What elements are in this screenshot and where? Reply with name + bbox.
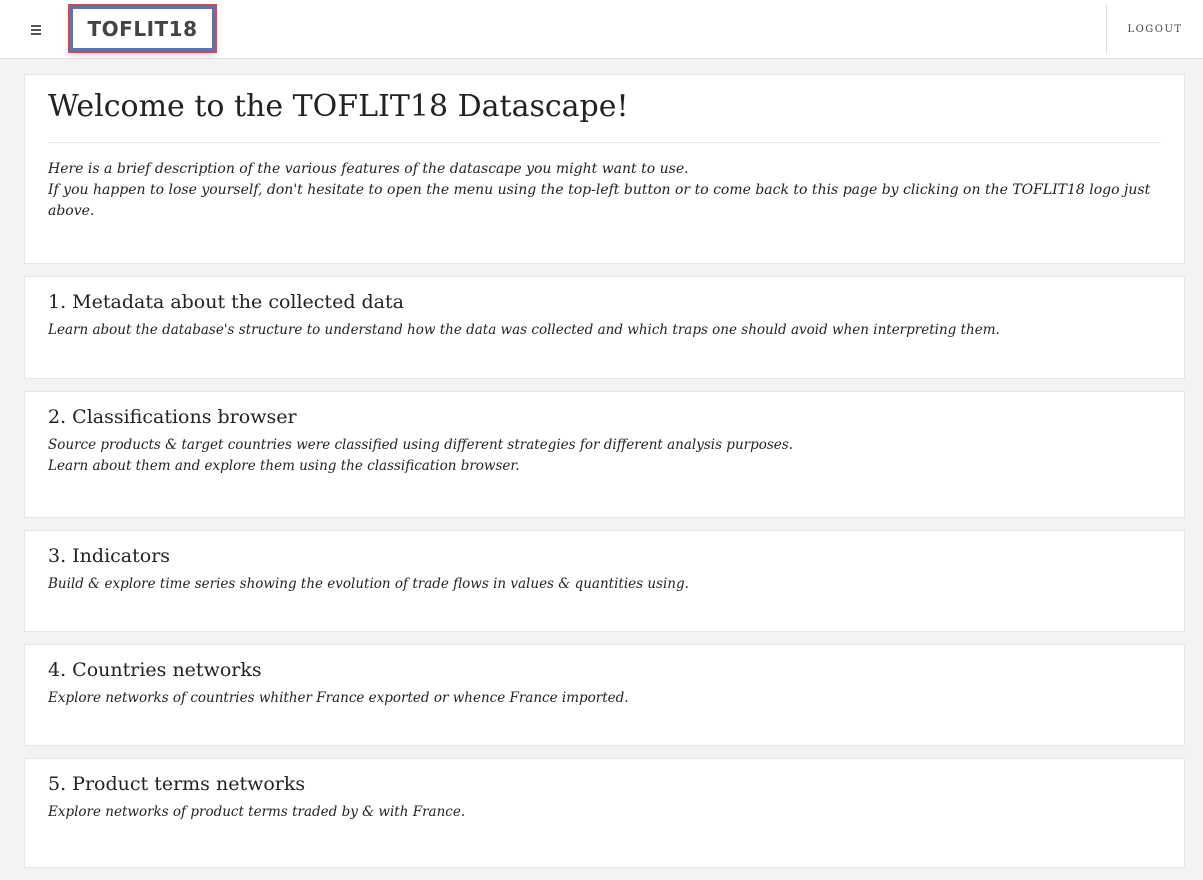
feature-description: Build & explore time series showing the … xyxy=(48,576,689,592)
feature-title: 2. Classifications browser xyxy=(48,406,297,428)
feature-title: 1. Metadata about the collected data xyxy=(48,291,404,313)
feature-description: Explore networks of countries whither Fr… xyxy=(48,690,629,706)
main-content: Welcome to the TOFLIT18 Datascape! Here … xyxy=(24,74,1185,880)
page-title: Welcome to the TOFLIT18 Datascape! xyxy=(48,89,1161,143)
feature-card-metadata[interactable]: 1. Metadata about the collected data Lea… xyxy=(24,276,1185,379)
top-bar: TOFLIT18 LOGOUT xyxy=(0,0,1203,59)
feature-title: 5. Product terms networks xyxy=(48,773,306,795)
welcome-description-line-1: Here is a brief description of the vario… xyxy=(48,161,689,177)
feature-description: Learn about the database's structure to … xyxy=(48,322,1000,338)
feature-description: Source products & target countries were … xyxy=(48,437,794,453)
hamburger-menu-icon[interactable] xyxy=(28,20,44,40)
welcome-description-line-2: If you happen to lose yourself, don't he… xyxy=(48,182,1151,219)
feature-card-product-terms-networks[interactable]: 5. Product terms networks Explore networ… xyxy=(24,758,1185,868)
welcome-card: Welcome to the TOFLIT18 Datascape! Here … xyxy=(24,74,1185,264)
feature-description: Explore networks of product terms traded… xyxy=(48,804,466,820)
feature-title: 4. Countries networks xyxy=(48,659,262,681)
feature-card-countries-networks[interactable]: 4. Countries networks Explore networks o… xyxy=(24,644,1185,746)
logout-button[interactable]: LOGOUT xyxy=(1106,4,1203,54)
feature-card-indicators[interactable]: 3. Indicators Build & explore time serie… xyxy=(24,530,1185,632)
toflit18-logo[interactable]: TOFLIT18 xyxy=(70,6,215,51)
logo-text: TOFLIT18 xyxy=(87,16,198,41)
feature-title: 3. Indicators xyxy=(48,545,171,567)
feature-description: Learn about them and explore them using … xyxy=(48,458,520,474)
feature-card-classifications[interactable]: 2. Classifications browser Source produc… xyxy=(24,391,1185,518)
